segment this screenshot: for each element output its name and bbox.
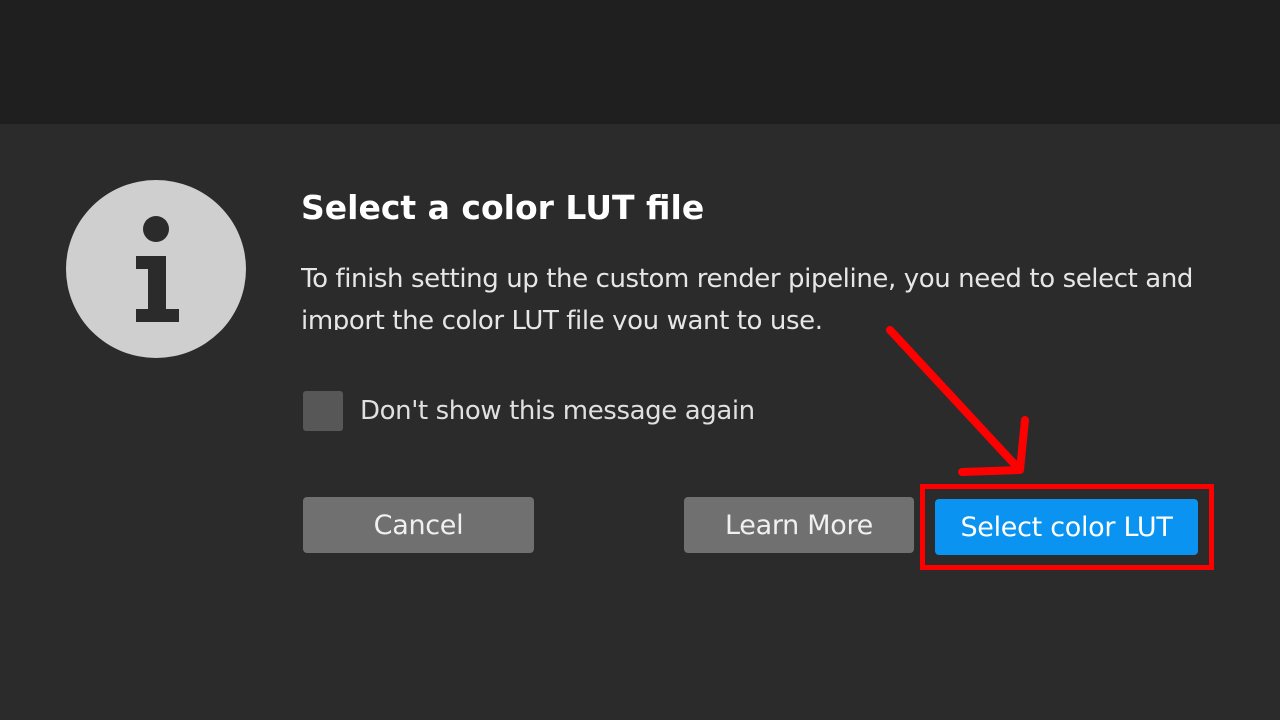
learn-more-button[interactable]: Learn More xyxy=(684,497,914,553)
dialog-message: To finish setting up the custom render p… xyxy=(301,264,1193,330)
dont-show-again-row[interactable]: Don't show this message again xyxy=(303,390,755,432)
dialog-title: Select a color LUT file xyxy=(301,188,705,227)
dont-show-again-label[interactable]: Don't show this message again xyxy=(360,396,755,426)
select-color-lut-button[interactable]: Select color LUT xyxy=(935,499,1198,555)
dialog-message-container: To finish setting up the custom render p… xyxy=(301,258,1241,330)
top-bar xyxy=(0,0,1280,124)
dont-show-again-checkbox[interactable] xyxy=(303,391,343,431)
info-icon xyxy=(66,180,246,358)
cancel-button[interactable]: Cancel xyxy=(303,497,534,553)
